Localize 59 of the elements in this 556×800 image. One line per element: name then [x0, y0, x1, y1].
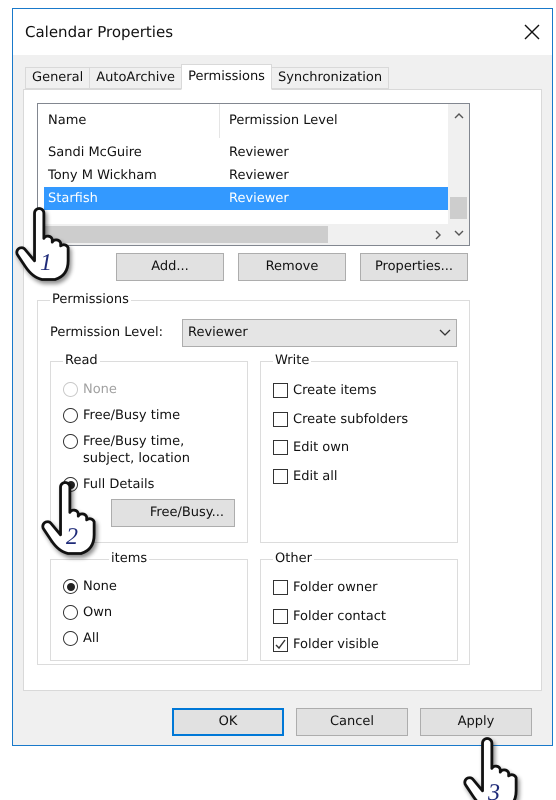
chevron-down-icon [439, 329, 451, 337]
radio-label: Full Details [83, 476, 154, 493]
step-number: 2 [66, 524, 78, 550]
checkbox[interactable] [273, 608, 288, 624]
field-label: Permission Level: [50, 324, 164, 342]
column-header[interactable]: Permission Level [220, 111, 338, 131]
radio-button[interactable] [63, 605, 78, 620]
tab[interactable]: AutoArchive [89, 67, 182, 89]
radio-label: None [83, 578, 117, 595]
checkbox[interactable] [273, 468, 288, 484]
dialog-button[interactable]: Cancel [296, 708, 408, 736]
checkbox-label: Edit own [293, 439, 350, 457]
checkbox-label: Folder contact [293, 608, 386, 626]
name-cell-text: Starfish [47, 190, 99, 208]
scrollbar-thumb[interactable] [450, 197, 467, 219]
level-cell-text: Reviewer [228, 144, 289, 162]
close-icon[interactable] [524, 24, 540, 40]
list-action-button[interactable]: Properties... [360, 253, 468, 281]
list-row[interactable]: Sandi McGuire Reviewer [44, 141, 448, 164]
chevron-down-icon[interactable] [452, 229, 464, 237]
checkbox-label: Create subfolders [293, 410, 408, 428]
checkbox-label: Edit all [293, 468, 338, 486]
checkbox-label: Create items [293, 382, 376, 400]
radio-label: Own [83, 604, 112, 621]
tab[interactable]: Synchronization [270, 67, 390, 89]
radio-button[interactable] [63, 434, 78, 449]
list-action-button[interactable]: Remove [238, 253, 346, 281]
checkbox[interactable] [273, 580, 288, 596]
dialog-button[interactable]: OK [172, 708, 284, 736]
radio-label: None [83, 381, 117, 398]
radio-button[interactable] [63, 579, 78, 594]
tab[interactable]: General [25, 67, 90, 89]
checkbox-label: Folder owner [293, 579, 378, 597]
name-cell-text: Tony M Wickham [47, 166, 158, 185]
radio-label: Free/Busy time [83, 407, 180, 424]
chevron-right-icon[interactable] [434, 228, 442, 240]
list-row[interactable]: Tony M Wickham Reviewer [44, 164, 448, 187]
free-busy-button[interactable]: Free/Busy... [111, 499, 235, 527]
radio-label: Free/Busy time, subject, location [83, 433, 191, 467]
permission-level-dropdown[interactable]: Reviewer [182, 319, 457, 347]
name-cell-text: Sandi McGuire [47, 144, 143, 162]
dialog-button[interactable]: Apply [420, 708, 532, 736]
checkbox[interactable] [273, 440, 288, 456]
checkbox[interactable] [273, 637, 288, 652]
tab[interactable]: Permissions [181, 64, 272, 90]
window-title: Calendar Properties [25, 22, 174, 43]
chevron-up-icon[interactable] [452, 112, 464, 120]
checkbox[interactable] [273, 383, 288, 398]
radio-button[interactable] [63, 408, 78, 423]
column-header[interactable]: Name [38, 104, 220, 138]
step-number: 3 [488, 780, 500, 800]
list-action-button[interactable]: Add... [116, 253, 224, 281]
radio-button[interactable] [63, 631, 78, 646]
level-cell-text: Reviewer [228, 190, 289, 208]
radio-label: All [83, 630, 100, 647]
checkbox-label: Folder visible [293, 636, 379, 654]
level-cell-text: Reviewer [228, 166, 289, 185]
checkbox[interactable] [273, 412, 288, 427]
step-number: 1 [40, 250, 52, 276]
